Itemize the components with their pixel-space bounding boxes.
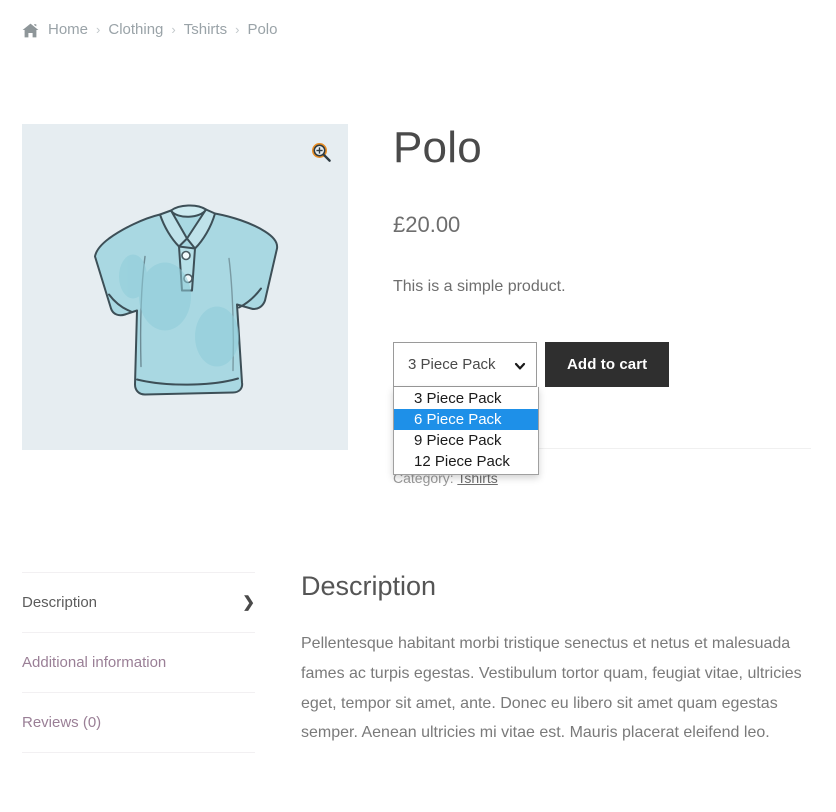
dropdown-option-3-piece-pack[interactable]: 3 Piece Pack	[394, 388, 538, 409]
breadcrumb-item-current: Polo	[247, 21, 278, 38]
dropdown-option-6-piece-pack[interactable]: 6 Piece Pack	[394, 409, 538, 430]
breadcrumb-item-tshirts[interactable]: Tshirts	[184, 21, 227, 38]
tab-label: Description	[22, 594, 98, 611]
add-to-cart-form: 3 Piece Pack 3 Piece Pack 6 Piece Pack 9…	[393, 342, 670, 475]
page-title: Polo	[393, 123, 482, 172]
home-icon[interactable]	[22, 23, 39, 38]
chevron-right-icon: ❯	[242, 594, 255, 611]
breadcrumb-item-home[interactable]: Home	[48, 21, 88, 38]
breadcrumb: Home › Clothing › Tshirts › Polo	[22, 21, 277, 38]
panel-body-text: Pellentesque habitant morbi tristique se…	[301, 635, 802, 742]
tab-description[interactable]: Description ❯	[22, 572, 255, 632]
variation-dropdown-list[interactable]: 3 Piece Pack 6 Piece Pack 9 Piece Pack 1…	[393, 387, 539, 475]
variation-select-wrapper: 3 Piece Pack 3 Piece Pack 6 Piece Pack 9…	[393, 342, 539, 475]
tab-reviews[interactable]: Reviews (0)	[22, 692, 255, 753]
variation-select[interactable]: 3 Piece Pack	[393, 342, 537, 387]
breadcrumb-separator: ›	[235, 22, 240, 37]
panel-title: Description	[301, 571, 437, 601]
chevron-down-icon	[514, 359, 526, 371]
product-tabs: Description ❯ Additional information Rev…	[22, 572, 255, 753]
tab-panel-description: Description Pellentesque habitant morbi …	[301, 570, 813, 748]
product-summary: Polo £20.00 This is a simple product.	[393, 123, 811, 300]
dropdown-option-12-piece-pack[interactable]: 12 Piece Pack	[394, 451, 538, 472]
breadcrumb-separator: ›	[171, 22, 176, 37]
tab-label: Additional information	[22, 654, 167, 671]
product-short-description: This is a simple product.	[393, 278, 566, 296]
tab-label: Reviews (0)	[22, 714, 102, 731]
product-price: £20.00	[393, 212, 461, 238]
product-image-gallery[interactable]	[22, 124, 348, 450]
variation-select-value: 3 Piece Pack	[408, 356, 496, 373]
dropdown-option-9-piece-pack[interactable]: 9 Piece Pack	[394, 430, 538, 451]
magnifier-plus-icon[interactable]	[310, 141, 332, 163]
breadcrumb-separator: ›	[96, 22, 101, 37]
tab-additional-information[interactable]: Additional information	[22, 632, 255, 692]
add-to-cart-button[interactable]: Add to cart	[545, 342, 670, 387]
breadcrumb-item-clothing[interactable]: Clothing	[108, 21, 163, 38]
